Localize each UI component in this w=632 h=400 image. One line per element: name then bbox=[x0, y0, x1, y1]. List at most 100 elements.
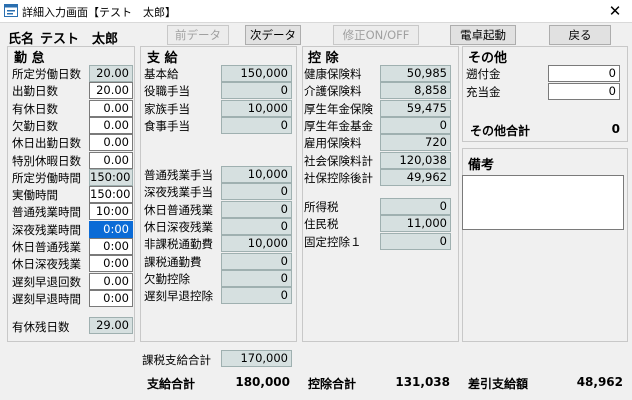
payment-row-b-field-6[interactable]: 0 bbox=[221, 269, 292, 287]
payment-total-label: 支給合計 bbox=[147, 377, 196, 391]
attendance-row-label-12: 遅刻早退回数 bbox=[12, 274, 81, 289]
prev-data-button[interactable]: 前データ bbox=[167, 25, 229, 45]
net-pay-value: 48,962 bbox=[576, 375, 623, 389]
attendance-row-field-9[interactable]: 0:00 bbox=[89, 220, 133, 238]
payment-row-b-label-1: 深夜残業手当 bbox=[144, 185, 213, 200]
attendance-row-label-0: 所定労働日数 bbox=[12, 67, 81, 81]
payment-row-b-field-7[interactable]: 0 bbox=[221, 287, 292, 305]
payment-row-label-2: 家族手当 bbox=[144, 101, 190, 116]
deduction-row-b-label-2: 固定控除１ bbox=[304, 234, 362, 249]
taxable-total-label: 課税支給合計 bbox=[142, 353, 211, 367]
payment-row-b-field-5[interactable]: 0 bbox=[221, 252, 292, 270]
attendance-row-field-4[interactable]: 0.00 bbox=[89, 134, 133, 152]
next-data-button[interactable]: 次データ bbox=[245, 25, 301, 45]
attendance-row-field-5[interactable]: 0.00 bbox=[89, 151, 133, 169]
deduction-row-label-0: 健康保険料 bbox=[304, 67, 362, 81]
attendance-row-label-5: 特別休暇日数 bbox=[12, 153, 81, 168]
deduction-row-b-field-1[interactable]: 11,000 bbox=[380, 215, 451, 233]
payment-row-b-label-4: 非課税通勤費 bbox=[144, 237, 213, 252]
attendance-row-field-6[interactable]: 150:00 bbox=[89, 168, 133, 186]
deduction-row-b-field-2[interactable]: 0 bbox=[380, 232, 451, 250]
attendance-row-field-1[interactable]: 20.00 bbox=[89, 82, 133, 100]
deduction-row-field-5[interactable]: 120,038 bbox=[380, 151, 451, 169]
deduction-row-field-0[interactable]: 50,985 bbox=[380, 65, 451, 82]
payment-total-value: 180,000 bbox=[235, 375, 290, 389]
employee-name: テスト 太郎 bbox=[40, 32, 119, 47]
remarks-textarea[interactable] bbox=[462, 175, 624, 230]
attendance-row-field-2[interactable]: 0.00 bbox=[89, 99, 133, 117]
deduction-row-b-field-0[interactable]: 0 bbox=[380, 198, 451, 215]
attendance-row-label-6: 所定労働時間 bbox=[12, 170, 81, 185]
attendance-row-field-0[interactable]: 20.00 bbox=[89, 65, 133, 82]
back-button[interactable]: 戻る bbox=[549, 25, 611, 45]
other-row-field-1[interactable]: 0 bbox=[548, 83, 620, 100]
name-label: 氏名 bbox=[8, 32, 35, 47]
deduction-row-label-1: 介護保険料 bbox=[304, 84, 362, 99]
attendance-title: 勤 怠 bbox=[14, 51, 45, 66]
payment-row-label-0: 基本給 bbox=[144, 67, 179, 81]
payment-row-b-label-3: 休日深夜残業 bbox=[144, 219, 213, 234]
other-row-label-0: 遡付金 bbox=[466, 67, 501, 81]
app-icon bbox=[4, 4, 18, 17]
payment-row-b-label-6: 欠勤控除 bbox=[144, 271, 190, 286]
deduction-row-label-4: 雇用保険料 bbox=[304, 136, 362, 151]
deduction-row-b-label-0: 所得税 bbox=[304, 200, 339, 214]
remarks-title: 備考 bbox=[468, 158, 495, 173]
deduction-row-field-6[interactable]: 49,962 bbox=[380, 168, 451, 186]
net-pay-label: 差引支給額 bbox=[468, 377, 529, 391]
deduction-total-label: 控除合計 bbox=[308, 377, 357, 391]
deduction-row-label-2: 厚生年金保険 bbox=[304, 101, 373, 116]
edit-toggle-button[interactable]: 修正ON/OFF bbox=[333, 25, 419, 45]
deduction-row-label-6: 社保控除後計 bbox=[304, 170, 373, 185]
close-icon[interactable]: ✕ bbox=[603, 1, 627, 21]
payment-row-field-0[interactable]: 150,000 bbox=[221, 65, 292, 82]
deduction-row-field-3[interactable]: 0 bbox=[380, 116, 451, 134]
calculator-button[interactable]: 電卓起動 bbox=[450, 25, 516, 45]
payment-row-label-3: 食事手当 bbox=[144, 118, 190, 133]
attendance-row-field-12[interactable]: 0.00 bbox=[89, 272, 133, 290]
payment-row-b-field-4[interactable]: 10,000 bbox=[221, 235, 292, 253]
attendance-row-field-3[interactable]: 0.00 bbox=[89, 116, 133, 134]
attendance-row-field-11[interactable]: 0:00 bbox=[89, 255, 133, 273]
payment-row-field-3[interactable]: 0 bbox=[221, 116, 292, 134]
payment-title: 支 給 bbox=[147, 51, 178, 66]
attendance-row-label-10: 休日普通残業 bbox=[12, 240, 81, 254]
payment-row-b-field-2[interactable]: 0 bbox=[221, 200, 292, 218]
attendance-row-label-11: 休日深夜残業 bbox=[12, 257, 81, 272]
deduction-row-field-1[interactable]: 8,858 bbox=[380, 82, 451, 100]
attendance-row-label-8: 普通残業時間 bbox=[12, 205, 81, 220]
payment-row-b-field-3[interactable]: 0 bbox=[221, 217, 292, 235]
other-row-field-0[interactable]: 0 bbox=[548, 65, 620, 82]
payment-row-field-1[interactable]: 0 bbox=[221, 82, 292, 100]
payment-row-b-label-7: 遅刻早退控除 bbox=[144, 289, 213, 304]
other-row-label-1: 充当金 bbox=[466, 85, 501, 99]
deduction-row-field-2[interactable]: 59,475 bbox=[380, 99, 451, 117]
payment-row-b-label-5: 課税通勤費 bbox=[144, 254, 202, 269]
other-total-label: その他合計 bbox=[470, 124, 531, 138]
attendance-row-field-13[interactable]: 0:00 bbox=[89, 289, 133, 307]
other-total-value: 0 bbox=[611, 122, 620, 136]
attendance-row-field-10[interactable]: 0:00 bbox=[89, 238, 133, 255]
deduction-total-value: 131,038 bbox=[395, 375, 450, 389]
paid-leave-remaining-field: 29.00 bbox=[89, 317, 133, 334]
taxable-total-field: 170,000 bbox=[221, 350, 292, 367]
paid-leave-remaining-label: 有休残日数 bbox=[12, 320, 70, 334]
deduction-row-b-label-1: 住民税 bbox=[304, 217, 339, 232]
payment-row-b-field-0[interactable]: 10,000 bbox=[221, 166, 292, 183]
other-title: その他 bbox=[468, 51, 508, 66]
deduction-row-field-4[interactable]: 720 bbox=[380, 134, 451, 152]
attendance-row-label-4: 休日出勤日数 bbox=[12, 136, 81, 151]
window-title: 詳細入力画面【テスト 太郎】 bbox=[22, 6, 176, 19]
attendance-row-label-3: 欠勤日数 bbox=[12, 118, 58, 133]
payment-row-b-field-1[interactable]: 0 bbox=[221, 183, 292, 201]
attendance-row-label-9: 深夜残業時間 bbox=[12, 222, 81, 237]
attendance-row-field-7[interactable]: 150:00 bbox=[89, 186, 133, 204]
payment-row-label-1: 役職手当 bbox=[144, 84, 190, 99]
payment-row-field-2[interactable]: 10,000 bbox=[221, 99, 292, 117]
attendance-row-field-8[interactable]: 10:00 bbox=[89, 203, 133, 221]
payment-row-b-label-2: 休日普通残業 bbox=[144, 202, 213, 217]
title-bar: 詳細入力画面【テスト 太郎】 ✕ bbox=[0, 0, 632, 23]
payment-row-b-label-0: 普通残業手当 bbox=[144, 168, 213, 182]
deduction-title: 控 除 bbox=[308, 51, 339, 66]
attendance-row-label-1: 出勤日数 bbox=[12, 84, 58, 99]
